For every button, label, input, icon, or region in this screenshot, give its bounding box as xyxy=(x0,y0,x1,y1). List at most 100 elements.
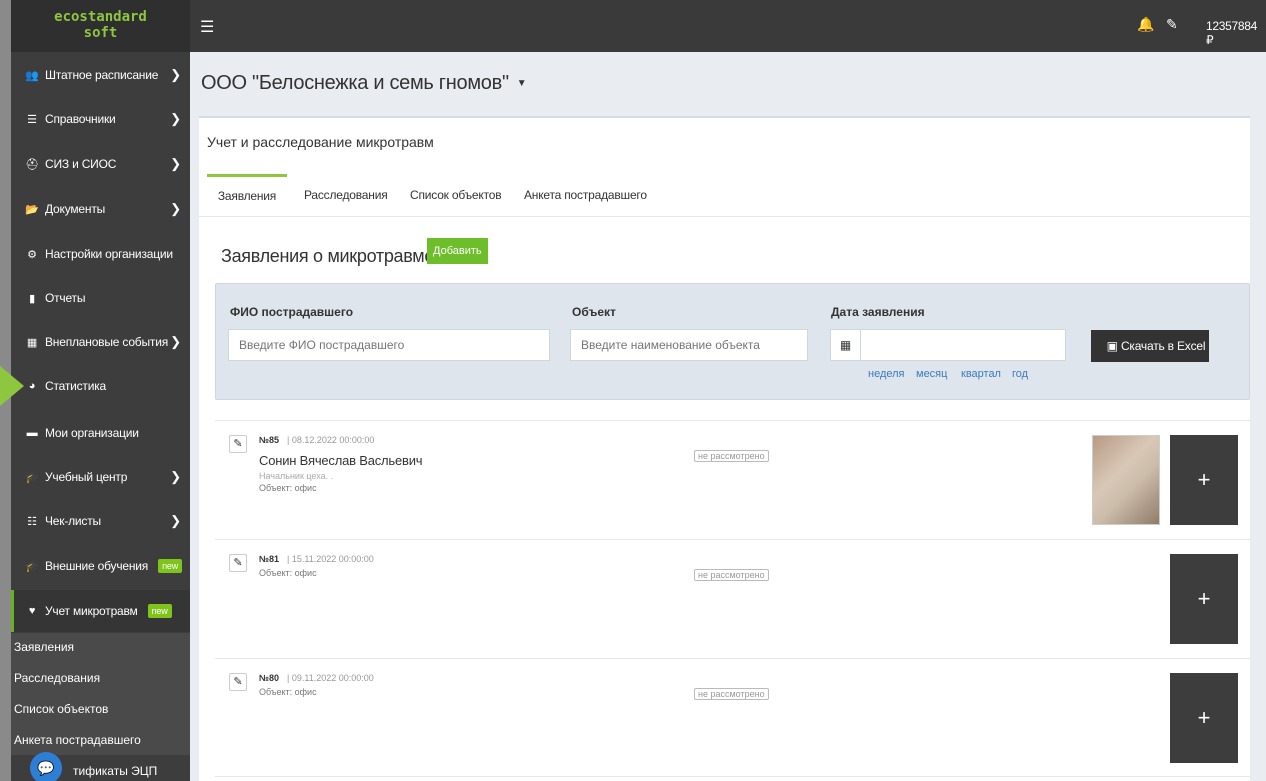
logo[interactable]: ecostandard soft xyxy=(11,0,190,52)
sidebar-item-statistics[interactable]: ◕ Статистика xyxy=(11,371,190,401)
list-icon: ☰ xyxy=(27,113,37,126)
main-panel: Учет и расследование микротравм Заявлени… xyxy=(199,116,1250,781)
record-row: ✎ №80 | 09.11.2022 00:00:00 Объект: офис… xyxy=(215,659,1250,777)
chevron-right-icon: ❯ xyxy=(170,201,181,216)
sidebar-item-label: Чек-листы xyxy=(45,514,101,528)
period-quarter[interactable]: квартал xyxy=(961,368,1001,380)
pie-chart-icon: ◕ xyxy=(28,380,36,392)
hardhat-icon: ⛑ xyxy=(25,158,39,171)
checklist-icon: ☷ xyxy=(27,515,37,528)
sidebar-item-label: Учет микротравм xyxy=(45,604,138,618)
sidebar-item-label: Мои организации xyxy=(45,426,139,440)
tab-victim-form[interactable]: Анкета пострадавшего xyxy=(524,174,647,217)
record-date-value: 08.12.2022 00:00:00 xyxy=(291,435,375,445)
sidebar-item-references[interactable]: ☰ Справочники ❯ xyxy=(11,104,190,134)
sidebar-item-reports[interactable]: ▮ Отчеты xyxy=(11,283,190,313)
fio-input[interactable] xyxy=(228,329,550,361)
sidebar-item-label: Внеплановые события xyxy=(45,335,168,349)
briefcase-icon: ▬ xyxy=(26,427,38,439)
excel-icon: ▣ xyxy=(1106,339,1121,353)
edit-icon[interactable]: ✎ xyxy=(1166,16,1178,33)
users-icon: 👥 xyxy=(25,69,39,82)
sidebar: ecostandard soft 👥 Штатное расписание ❯ … xyxy=(11,0,190,781)
status-badge: не рассмотрено xyxy=(694,569,769,581)
chevron-right-icon: ❯ xyxy=(170,156,181,171)
date-label: Дата заявления xyxy=(831,305,925,319)
add-plus-button[interactable]: + xyxy=(1170,435,1238,525)
record-number: №80 xyxy=(259,673,280,683)
fio-label: ФИО пострадавшего xyxy=(230,305,354,319)
org-title: ООО "Белоснежка и семь гномов" xyxy=(201,72,509,94)
sidebar-item-staffing[interactable]: 👥 Штатное расписание ❯ xyxy=(11,60,190,90)
chevron-right-icon: ❯ xyxy=(170,111,181,126)
sidebar-item-training-center[interactable]: 🎓 Учебный центр ❯ xyxy=(11,462,190,492)
record-date-value: 09.11.2022 00:00:00 xyxy=(291,673,374,683)
status-badge: не рассмотрено xyxy=(694,688,769,700)
submenu-item-applications[interactable]: Заявления xyxy=(11,633,190,664)
record-row: ✎ №85 | 08.12.2022 00:00:00 Сонин Вячесл… xyxy=(215,421,1250,539)
sidebar-item-documents[interactable]: 📂 Документы ❯ xyxy=(11,194,190,224)
org-selector[interactable]: ООО "Белоснежка и семь гномов" ▼ xyxy=(201,72,527,95)
pencil-icon[interactable]: ✎ xyxy=(229,554,247,572)
chevron-right-icon: ❯ xyxy=(170,469,181,484)
active-pointer-arrow xyxy=(0,366,24,406)
period-month[interactable]: месяц xyxy=(916,368,947,380)
chevron-right-icon: ❯ xyxy=(170,513,181,528)
filter-panel: ФИО пострадавшего Объект Дата заявления … xyxy=(215,283,1250,400)
add-button[interactable]: Добавить xyxy=(427,238,488,264)
tab-applications[interactable]: Заявления xyxy=(207,174,287,217)
pencil-icon[interactable]: ✎ xyxy=(229,435,247,453)
sidebar-item-label: Внешние обучения xyxy=(45,559,149,573)
sidebar-item-label: Штатное расписание xyxy=(45,68,159,82)
sidebar-item-org-settings[interactable]: ⚙ Настройки организации xyxy=(11,239,190,269)
add-plus-button[interactable]: + xyxy=(1170,554,1238,644)
panel-title: Учет и расследование микротравм xyxy=(207,134,434,150)
balance[interactable]: 12357884 ₽ xyxy=(1206,19,1266,47)
record-number: №85 xyxy=(259,435,280,445)
date-field[interactable]: ▦ xyxy=(830,329,1066,361)
section-title: Заявления о микротравме xyxy=(221,246,435,266)
new-badge: new xyxy=(158,559,183,573)
excel-download-button[interactable]: ▣ Скачать в Excel xyxy=(1091,330,1209,362)
victim-position: Начальник цеха. . xyxy=(259,471,334,481)
object-input[interactable] xyxy=(570,329,808,361)
object-label: Объект xyxy=(572,305,616,319)
logo-line-1: ecostandard xyxy=(54,9,147,25)
tab-investigations[interactable]: Расследования xyxy=(304,174,388,217)
sidebar-item-label: Документы xyxy=(45,202,106,216)
sidebar-item-label: Справочники xyxy=(45,112,116,126)
excel-label: Скачать в Excel xyxy=(1120,339,1206,353)
sidebar-item-my-orgs[interactable]: ▬ Мои организации xyxy=(11,418,190,448)
submenu-item-victim-form[interactable]: Анкета пострадавшего xyxy=(11,726,190,757)
period-year[interactable]: год xyxy=(1012,368,1028,380)
add-plus-button[interactable]: + xyxy=(1170,673,1238,763)
submenu-item-objects[interactable]: Список объектов xyxy=(11,695,190,726)
period-week[interactable]: неделя xyxy=(868,368,905,380)
sidebar-item-unplanned-events[interactable]: ▦ Внеплановые события ❯ xyxy=(11,327,190,357)
sidebar-item-microtrauma[interactable]: ♥ Учет микротравм new xyxy=(11,590,190,632)
microtrauma-submenu: Заявления Расследования Список объектов … xyxy=(11,633,190,755)
report-icon: ▮ xyxy=(29,292,35,305)
graduation-cap-icon: 🎓 xyxy=(25,560,39,573)
sidebar-item-checklists[interactable]: ☷ Чек-листы ❯ xyxy=(11,506,190,536)
tab-objects[interactable]: Список объектов xyxy=(410,174,502,217)
topbar: ☰ 🔔 ✎ 12357884 ₽ xyxy=(190,0,1266,52)
photo-thumbnail[interactable] xyxy=(1092,435,1160,525)
hamburger-icon[interactable]: ☰ xyxy=(200,17,214,37)
record-date: | 15.11.2022 00:00:00 xyxy=(287,554,374,564)
caret-down-icon: ▼ xyxy=(516,78,527,90)
sidebar-item-ppe[interactable]: ⛑ СИЗ и СИОС ❯ xyxy=(11,149,190,179)
folder-icon: 📂 xyxy=(25,203,39,216)
bell-icon[interactable]: 🔔 xyxy=(1137,16,1154,33)
record-date-value: 15.11.2022 00:00:00 xyxy=(291,554,374,564)
calendar-icon[interactable]: ▦ xyxy=(831,330,861,360)
record-object: Объект: офис xyxy=(259,483,317,493)
chat-icon[interactable]: 💬 xyxy=(30,752,62,781)
submenu-item-investigations[interactable]: Расследования xyxy=(11,664,190,695)
status-badge: не рассмотрено xyxy=(694,450,769,462)
sidebar-item-external-training[interactable]: 🎓 Внешние обучения new xyxy=(11,551,190,581)
sidebar-item-label: Отчеты xyxy=(45,291,86,305)
gear-icon: ⚙ xyxy=(27,248,37,261)
divider xyxy=(215,776,1250,777)
pencil-icon[interactable]: ✎ xyxy=(229,673,247,691)
